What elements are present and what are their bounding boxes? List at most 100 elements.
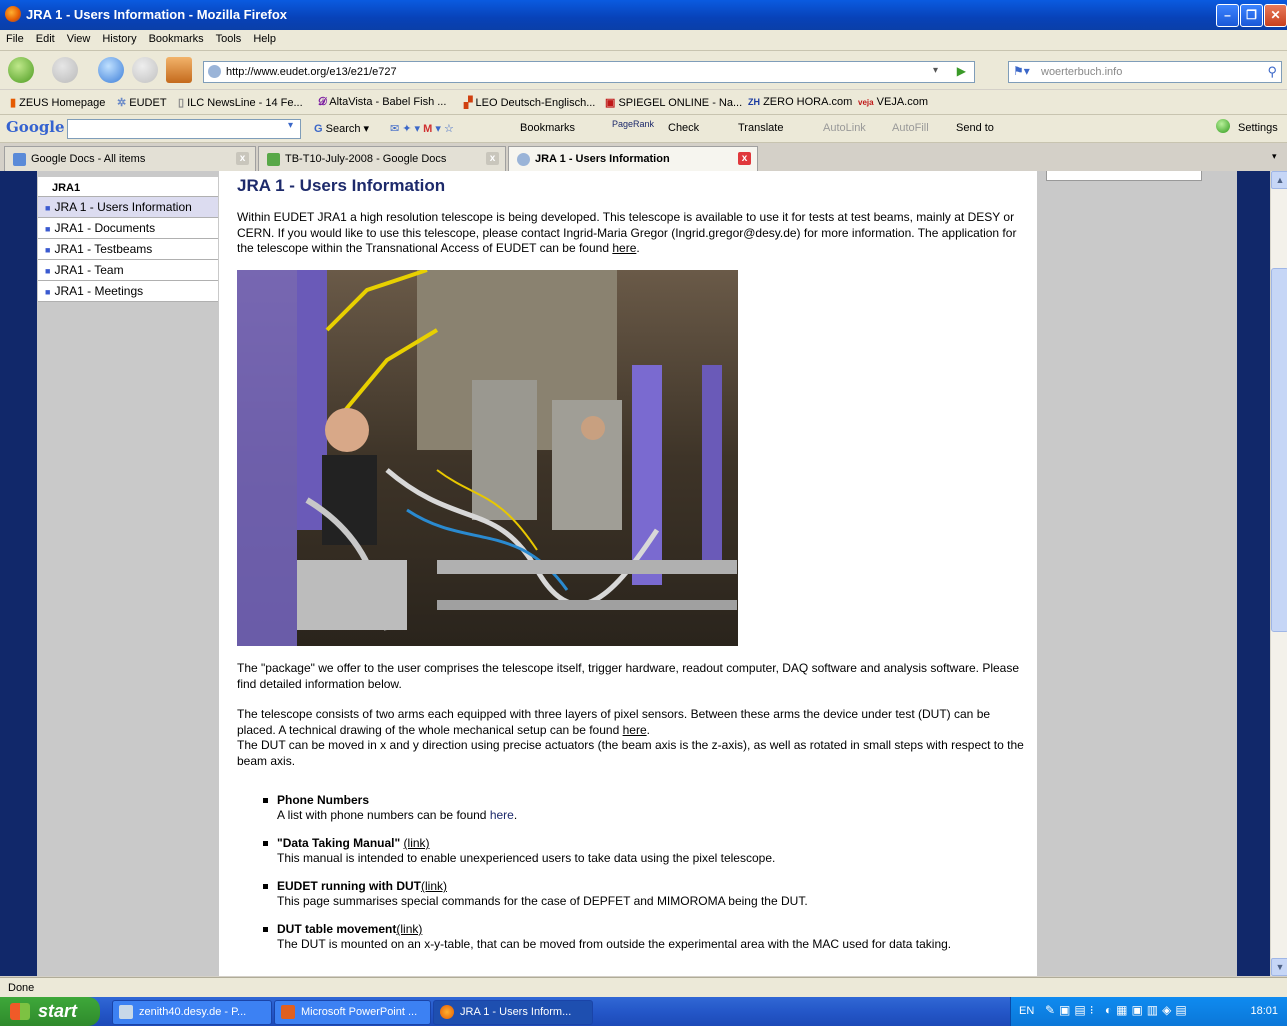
tray-icons[interactable]: ✎▣▤⁝ ◐▦▣▥◈▤ bbox=[1045, 1003, 1191, 1017]
google-tools-icons[interactable]: ✉ ✦ ▾ M ▾ ☆ bbox=[390, 122, 454, 135]
tab-close-icon[interactable]: x bbox=[236, 152, 249, 165]
vertical-scrollbar[interactable]: ▲ ▼ bbox=[1270, 171, 1287, 976]
scroll-down-icon[interactable]: ▼ bbox=[1271, 958, 1287, 976]
application-link[interactable]: here bbox=[612, 241, 636, 255]
list-item-dut-table: DUT table movement(link) The DUT is moun… bbox=[262, 922, 951, 952]
status-bar: Done bbox=[0, 977, 1287, 998]
go-arrow-icon[interactable]: ▶ bbox=[957, 64, 966, 78]
google-search-input[interactable] bbox=[67, 119, 301, 139]
list-item-eudet-running: EUDET running with DUT(link) This page s… bbox=[262, 879, 951, 909]
sidebar-item-users-information[interactable]: ■ JRA 1 - Users Information bbox=[38, 196, 218, 217]
spell-check-button[interactable]: Check bbox=[668, 122, 699, 134]
translate-button[interactable]: Translate bbox=[738, 122, 783, 134]
search-engine-icon[interactable]: ⚑▾ bbox=[1013, 64, 1030, 78]
bullet-icon: ■ bbox=[45, 287, 51, 297]
autolink-button[interactable]: AutoLink bbox=[823, 122, 866, 134]
windows-taskbar: start zenith40.desy.de - P... Microsoft … bbox=[0, 997, 1287, 1026]
bookmark-zero-hora[interactable]: ZH ZERO HORA.com bbox=[748, 96, 852, 108]
scrollbar-thumb[interactable] bbox=[1271, 268, 1287, 632]
back-button[interactable] bbox=[8, 57, 34, 83]
bookmark-zeus[interactable]: ▮ ZEUS Homepage bbox=[10, 96, 105, 109]
tab-close-icon[interactable]: x bbox=[738, 152, 751, 165]
dut-table-link[interactable]: (link) bbox=[396, 922, 422, 936]
data-taking-manual-link[interactable]: (link) bbox=[404, 836, 430, 850]
side-navigation: JRA1 ■ JRA 1 - Users Information ■ JRA1 - … bbox=[38, 177, 218, 302]
bookmark-ilc-newsline[interactable]: ▯ ILC NewsLine - 14 Fe... bbox=[178, 96, 303, 109]
bookmark-veja[interactable]: veja VEJA.com bbox=[858, 96, 928, 108]
tab-jra1-users[interactable]: JRA 1 - Users Information x bbox=[508, 146, 758, 171]
technical-drawing-link[interactable]: here bbox=[623, 723, 647, 737]
start-button[interactable]: start bbox=[0, 997, 100, 1026]
sidebar-item-label: JRA1 - Documents bbox=[54, 221, 156, 235]
bullet-icon: ■ bbox=[45, 266, 51, 276]
eudet-running-link[interactable]: (link) bbox=[421, 879, 447, 893]
bookmark-leo[interactable]: ▞ LEO Deutsch-Englisch... bbox=[464, 96, 595, 109]
reload-button[interactable] bbox=[98, 57, 124, 83]
tab-tb-t10[interactable]: TB-T10-July-2008 - Google Docs x bbox=[258, 146, 506, 171]
bookmark-label: EUDET bbox=[129, 97, 167, 109]
stop-button[interactable] bbox=[132, 57, 158, 83]
scroll-up-icon[interactable]: ▲ bbox=[1271, 171, 1287, 189]
sidebar-item-testbeams[interactable]: ■ JRA1 - Testbeams bbox=[38, 238, 218, 259]
pagerank-indicator[interactable]: PageRank bbox=[612, 119, 654, 129]
clock[interactable]: 18:01 bbox=[1250, 1005, 1278, 1017]
tab-list-arrow-icon[interactable]: ▾ bbox=[1272, 151, 1277, 162]
menu-file[interactable]: File bbox=[0, 30, 30, 45]
taskbar-button-putty[interactable]: zenith40.desy.de - P... bbox=[112, 1000, 272, 1025]
google-dropdown-icon[interactable]: ▾ bbox=[288, 120, 293, 131]
bookmark-eudet[interactable]: ✲ EUDET bbox=[117, 96, 167, 109]
navigation-toolbar: http://www.eudet.org/e13/e21/e727 ▾ ▶ ⚑▾… bbox=[0, 51, 1287, 89]
sidebar-item-label: JRA1 - Team bbox=[54, 263, 124, 277]
menu-help[interactable]: Help bbox=[247, 30, 282, 45]
phone-numbers-link[interactable]: here bbox=[490, 808, 514, 822]
bullet-icon: ■ bbox=[45, 245, 51, 255]
menu-edit[interactable]: Edit bbox=[30, 30, 61, 45]
forward-button[interactable] bbox=[52, 57, 78, 83]
bookmark-label: LEO Deutsch-Englisch... bbox=[475, 97, 596, 109]
search-box[interactable]: ⚑▾ woerterbuch.info ⚲ bbox=[1008, 61, 1282, 83]
list-item-data-taking-manual: "Data Taking Manual" (link) This manual … bbox=[262, 836, 951, 866]
list-item-title: "Data Taking Manual" bbox=[277, 836, 401, 850]
bullet-icon: ■ bbox=[45, 224, 51, 234]
menu-tools[interactable]: Tools bbox=[210, 30, 248, 45]
search-input[interactable]: woerterbuch.info bbox=[1041, 66, 1122, 78]
maximize-button[interactable]: ❐ bbox=[1240, 4, 1263, 27]
send-to-button[interactable]: Send to bbox=[956, 122, 994, 134]
right-search-box[interactable] bbox=[1046, 171, 1202, 181]
magnifier-icon[interactable]: ⚲ bbox=[1267, 64, 1277, 80]
sidebar-item-meetings[interactable]: ■ JRA1 - Meetings bbox=[38, 280, 218, 302]
home-button[interactable] bbox=[166, 57, 192, 83]
tab-close-icon[interactable]: x bbox=[486, 152, 499, 165]
tab-label: JRA 1 - Users Information bbox=[535, 153, 670, 165]
taskbar-button-powerpoint[interactable]: Microsoft PowerPoint ... bbox=[274, 1000, 431, 1025]
bookmark-altavista[interactable]: 𝒟 AltaVista - Babel Fish ... bbox=[318, 96, 446, 109]
google-search-button[interactable]: G Search ▾ bbox=[314, 122, 369, 135]
main-content: JRA 1 - Users Information Within EUDET J… bbox=[219, 171, 1037, 976]
dut-move-text: The DUT can be moved in x and y directio… bbox=[237, 738, 1024, 768]
autofill-button[interactable]: AutoFill bbox=[892, 122, 929, 134]
menu-bookmarks[interactable]: Bookmarks bbox=[143, 30, 210, 45]
menu-view[interactable]: View bbox=[61, 30, 97, 45]
page-viewport: JRA1 ■ JRA 1 - Users Information ■ JRA1 - … bbox=[0, 171, 1270, 976]
close-button[interactable]: ✕ bbox=[1264, 4, 1287, 27]
tab-google-docs[interactable]: Google Docs - All items x bbox=[4, 146, 256, 171]
dropdown-arrow-icon[interactable]: ▾ bbox=[933, 65, 938, 76]
language-indicator[interactable]: EN bbox=[1019, 1005, 1034, 1017]
spreadsheet-icon bbox=[267, 153, 280, 166]
address-bar[interactable]: http://www.eudet.org/e13/e21/e727 ▾ ▶ bbox=[203, 61, 975, 83]
package-paragraph: The "package" we offer to the user compr… bbox=[237, 661, 1020, 691]
bookmark-spiegel[interactable]: ▣ SPIEGEL ONLINE - Na... bbox=[605, 96, 742, 109]
window-title-bar[interactable]: JRA 1 - Users Information - Mozilla Fire… bbox=[0, 0, 1287, 30]
menu-history[interactable]: History bbox=[96, 30, 142, 45]
address-input[interactable]: http://www.eudet.org/e13/e21/e727 bbox=[226, 66, 397, 78]
google-logo[interactable]: Google bbox=[6, 118, 65, 136]
sidebar-item-team[interactable]: ■ JRA1 - Team bbox=[38, 259, 218, 280]
settings-button[interactable]: Settings bbox=[1238, 122, 1278, 134]
sidebar-item-documents[interactable]: ■ JRA1 - Documents bbox=[38, 217, 218, 238]
right-column bbox=[1037, 171, 1237, 976]
minimize-button[interactable]: – bbox=[1216, 4, 1239, 27]
google-search-label: Search bbox=[325, 123, 361, 135]
google-bookmarks-button[interactable]: Bookmarks bbox=[520, 122, 575, 134]
taskbar-button-firefox[interactable]: JRA 1 - Users Inform... bbox=[433, 1000, 593, 1025]
bookmark-label: ILC NewsLine - 14 Fe... bbox=[187, 97, 303, 109]
